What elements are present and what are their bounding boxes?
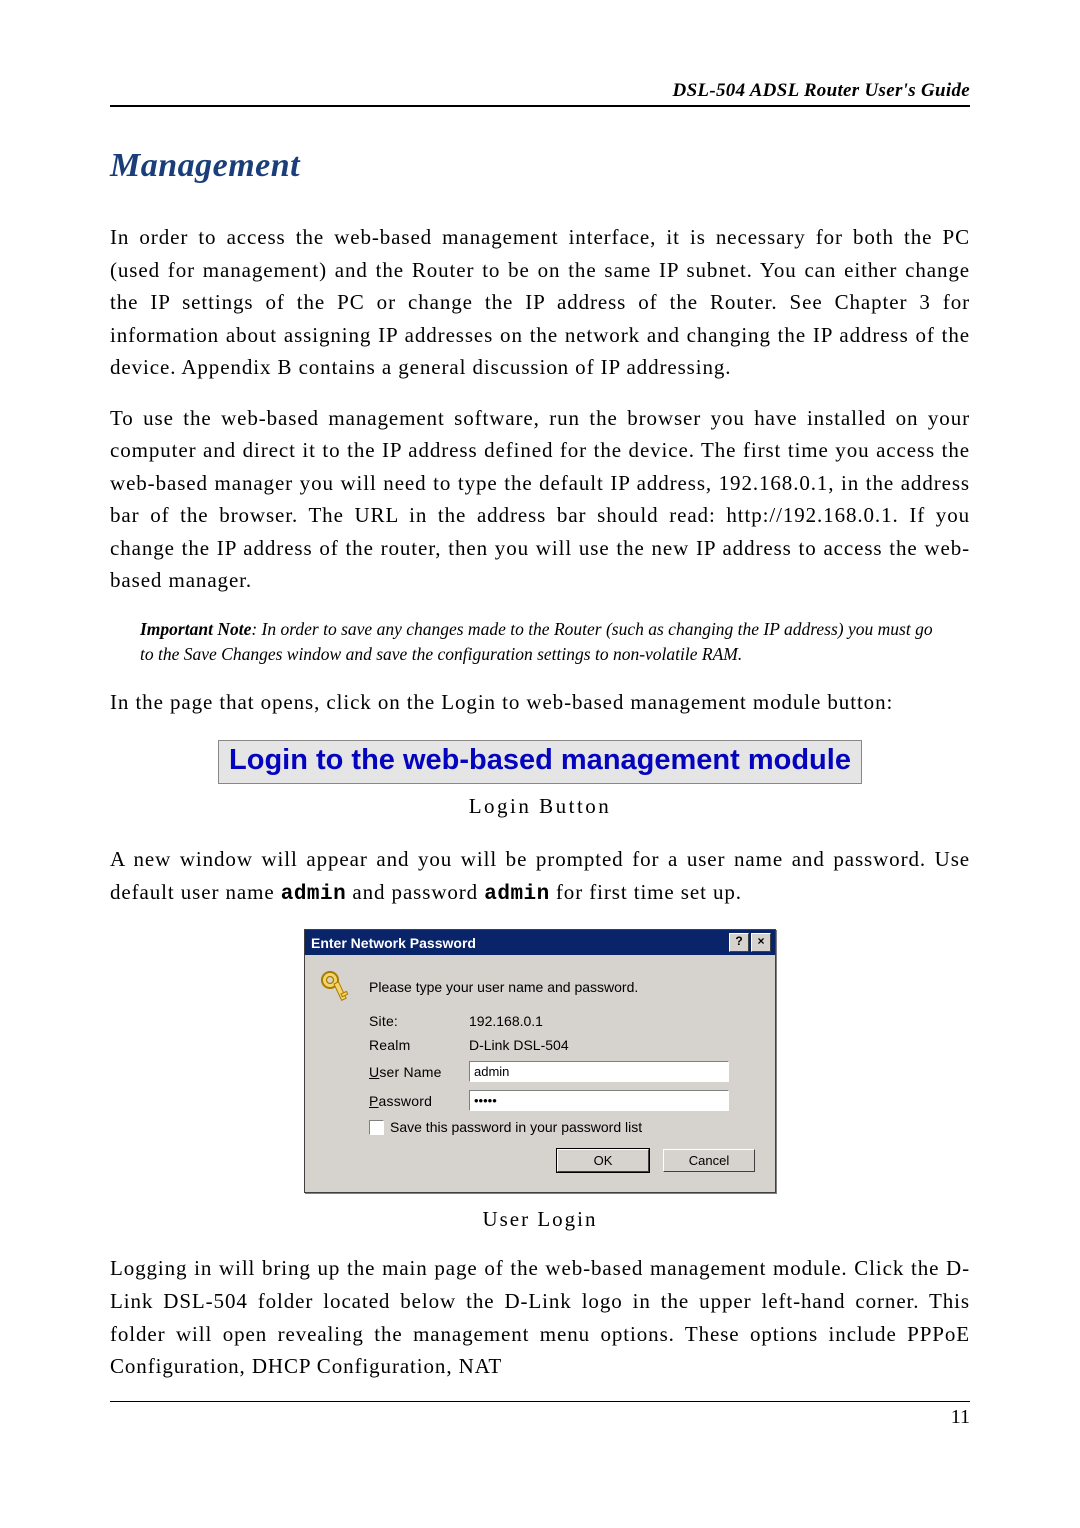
- password-accel: P: [369, 1093, 379, 1109]
- page-number: 11: [951, 1406, 970, 1428]
- cancel-button[interactable]: Cancel: [663, 1149, 755, 1172]
- login-banner-wrap: Login to the web-based management module: [110, 740, 970, 784]
- dialog-body: Please type your user name and password.…: [305, 955, 775, 1192]
- user-login-caption: User Login: [110, 1207, 970, 1232]
- password-label-rest: assword: [379, 1093, 433, 1109]
- ok-button[interactable]: OK: [557, 1149, 649, 1172]
- note-label: Important Note: [140, 619, 251, 639]
- dialog-title: Enter Network Password: [311, 935, 476, 951]
- paragraph-5: Logging in will bring up the main page o…: [110, 1252, 970, 1382]
- p4-admin2: admin: [484, 883, 550, 906]
- note-text: : In order to save any changes made to t…: [140, 619, 933, 664]
- save-label-rest: ave this password in your password list: [399, 1119, 642, 1135]
- key-icon: [319, 969, 359, 1005]
- important-note: Important Note: In order to save any cha…: [140, 617, 940, 668]
- username-accel: U: [369, 1064, 379, 1080]
- paragraph-1: In order to access the web-based managem…: [110, 221, 970, 384]
- p4-admin1: admin: [281, 883, 347, 906]
- close-button[interactable]: ×: [751, 933, 771, 952]
- username-label-rest: ser Name: [379, 1064, 441, 1080]
- password-label: Password: [369, 1093, 469, 1109]
- site-value: 192.168.0.1: [469, 1013, 761, 1029]
- paragraph-4: A new window will appear and you will be…: [110, 843, 970, 911]
- save-accel: S: [390, 1119, 399, 1135]
- login-dialog: Enter Network Password ? ×: [304, 929, 776, 1193]
- p4-part-c: for first time set up.: [550, 880, 742, 904]
- dialog-instruction: Please type your user name and password.: [369, 979, 638, 995]
- section-heading: Management: [110, 147, 970, 185]
- login-button-caption: Login Button: [110, 794, 970, 819]
- page-footer: 11: [110, 1401, 970, 1429]
- p4-part-b: and password: [346, 880, 484, 904]
- realm-value: D-Link DSL-504: [469, 1037, 761, 1053]
- save-password-label: Save this password in your password list: [390, 1119, 642, 1135]
- save-password-checkbox[interactable]: [369, 1120, 384, 1135]
- password-input[interactable]: [469, 1090, 729, 1111]
- dialog-button-row: OK Cancel: [319, 1149, 761, 1178]
- dialog-titlebar: Enter Network Password ? ×: [305, 930, 775, 955]
- paragraph-2: To use the web-based management software…: [110, 402, 970, 597]
- help-button[interactable]: ?: [729, 933, 749, 952]
- running-header: DSL-504 ADSL Router User's Guide: [110, 80, 970, 107]
- username-input[interactable]: [469, 1061, 729, 1082]
- login-dialog-wrap: Enter Network Password ? ×: [110, 929, 970, 1193]
- realm-label: Realm: [369, 1037, 469, 1053]
- document-page: DSL-504 ADSL Router User's Guide Managem…: [0, 0, 1080, 1479]
- site-label: Site:: [369, 1013, 469, 1029]
- save-password-row: Save this password in your password list: [369, 1119, 761, 1135]
- username-label: User Name: [369, 1064, 469, 1080]
- paragraph-3: In the page that opens, click on the Log…: [110, 686, 970, 719]
- login-banner-button[interactable]: Login to the web-based management module: [218, 740, 862, 784]
